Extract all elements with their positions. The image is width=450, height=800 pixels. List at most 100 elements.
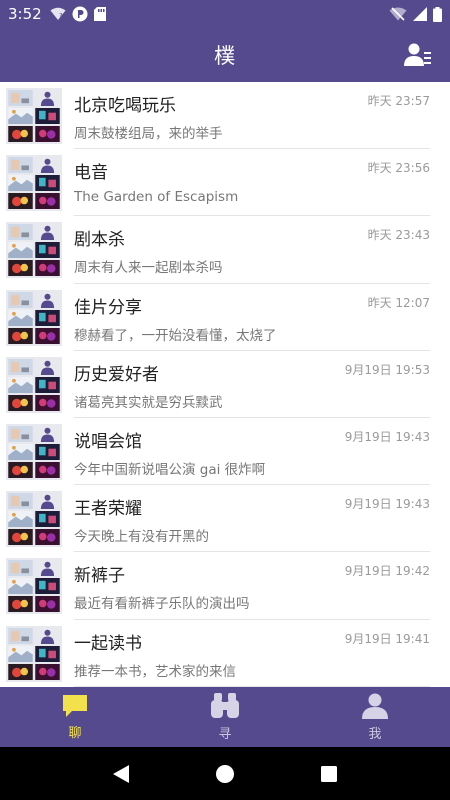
avatar-tile xyxy=(35,529,60,546)
chat-last-message: The Garden of Escapism xyxy=(74,189,239,206)
avatar-tile xyxy=(8,578,33,595)
avatar-tile xyxy=(35,493,60,510)
group-avatar xyxy=(6,625,62,682)
contacts-list-icon[interactable] xyxy=(404,42,432,68)
avatar-tile xyxy=(8,224,33,241)
chat-last-message: 周末鼓楼组局，来的举手 xyxy=(74,126,223,142)
chat-last-message: 今天晚上有没有开黑的 xyxy=(74,529,209,546)
status-bar: 3:52 ? xyxy=(0,0,450,28)
chat-list-item[interactable]: 电音 The Garden of Escapism 昨天 23:56 xyxy=(0,149,450,217)
avatar-tile xyxy=(35,224,60,241)
avatar-tile xyxy=(8,425,33,442)
avatar-tile xyxy=(35,108,60,124)
battery-icon xyxy=(433,6,442,22)
avatar-tile xyxy=(35,175,60,192)
avatar-tile xyxy=(35,376,60,393)
avatar-tile xyxy=(35,126,60,142)
avatar-tile xyxy=(8,242,33,259)
group-avatar xyxy=(6,155,62,212)
avatar-tile xyxy=(35,358,60,375)
avatar-tile xyxy=(35,394,60,411)
chat-list-item[interactable]: 说唱会馆今年中国新说唱公演 gai 很炸啊 9月19日 19:43 xyxy=(0,418,450,486)
avatar-tile xyxy=(8,663,33,680)
avatar-tile xyxy=(35,242,60,259)
app-notification-icon xyxy=(72,6,88,22)
chat-name: 一起读书 xyxy=(74,633,142,654)
sd-card-icon xyxy=(93,7,106,21)
binoculars-icon xyxy=(211,692,239,718)
avatar-tile xyxy=(8,309,33,326)
app-title: 樸 xyxy=(214,44,236,68)
chat-list-item[interactable]: 王者荣耀今天晚上有没有开黑的 9月19日 19:43 xyxy=(0,485,450,553)
chat-timestamp: 9月19日 19:53 xyxy=(344,362,430,377)
chat-timestamp: 9月19日 19:42 xyxy=(344,564,430,579)
chat-list-item[interactable]: 历史爱好者 诸葛亮其实就是穷兵黩武 9月19日 19:53 xyxy=(0,351,450,418)
chat-last-message: 今年中国新说唱公演 gai 很炸啊 xyxy=(74,461,266,478)
chat-list: 北京吃喝玩乐周末鼓楼组局，来的举手 昨天 23:57 电音 The Garden of… xyxy=(0,82,450,687)
status-time: 3:52 xyxy=(8,5,42,23)
tab-me[interactable]: 我 xyxy=(300,687,450,747)
avatar-tile xyxy=(35,511,60,528)
chat-timestamp: 昨天 12:07 xyxy=(367,295,430,310)
chat-name: 王者荣耀 xyxy=(74,499,142,520)
avatar-tile xyxy=(35,157,60,174)
group-avatar xyxy=(6,88,62,144)
avatar-tile xyxy=(8,90,33,106)
group-avatar xyxy=(6,289,62,346)
chat-list-item[interactable]: 佳片分享 穆赫看了，一开始没看懂，太烧了 昨天 12:07 xyxy=(0,284,450,351)
chat-name: 说唱会馆 xyxy=(74,431,142,452)
bottom-nav: 聊 寻 我 xyxy=(0,687,450,747)
chat-last-message: 最近有看新裤子乐队的演出吗 xyxy=(74,596,250,613)
tab-me-label: 我 xyxy=(368,726,382,742)
tab-discover[interactable]: 寻 xyxy=(150,687,300,747)
avatar-tile xyxy=(8,358,33,375)
avatar-tile xyxy=(35,291,60,308)
group-avatar xyxy=(6,222,62,279)
chat-list-item[interactable]: 剧本杀 周末有人来一起剧本杀吗 昨天 23:43 xyxy=(0,216,450,284)
chat-timestamp: 9月19日 19:43 xyxy=(344,497,430,512)
chat-last-message: 周末有人来一起剧本杀吗 xyxy=(74,260,223,277)
chat-name: 新裤子 xyxy=(74,566,125,587)
chat-list-item[interactable]: 一起读书 推荐一本书，艺术家的来信 9月19日 19:41 xyxy=(0,620,450,687)
avatar-tile xyxy=(8,461,33,478)
avatar-tile xyxy=(35,327,60,344)
avatar-tile xyxy=(8,175,33,192)
avatar-tile xyxy=(35,663,60,680)
chat-timestamp: 9月19日 19:41 xyxy=(344,631,430,646)
chat-name: 北京吃喝玩乐 xyxy=(74,96,176,116)
avatar-tile xyxy=(35,578,60,595)
tab-discover-label: 寻 xyxy=(218,726,232,742)
avatar-tile xyxy=(35,461,60,478)
back-icon[interactable] xyxy=(112,764,130,784)
chat-timestamp: 昨天 23:57 xyxy=(367,94,430,108)
chat-name: 历史爱好者 xyxy=(74,364,159,385)
system-nav-bar xyxy=(0,747,450,800)
recents-icon[interactable] xyxy=(320,765,338,783)
home-icon[interactable] xyxy=(215,764,235,784)
chat-timestamp: 9月19日 19:43 xyxy=(344,429,430,444)
chat-list-item[interactable]: 北京吃喝玩乐周末鼓楼组局，来的举手 昨天 23:57 xyxy=(0,82,450,150)
tab-chat[interactable]: 聊 xyxy=(0,687,150,747)
avatar-tile xyxy=(8,327,33,344)
app-bar: 樸 xyxy=(0,28,450,82)
person-icon xyxy=(362,693,388,719)
avatar-tile xyxy=(8,157,33,174)
avatar-tile xyxy=(8,291,33,308)
avatar-tile xyxy=(35,627,60,644)
avatar-tile xyxy=(8,511,33,528)
avatar-tile xyxy=(8,376,33,393)
chat-timestamp: 昨天 23:56 xyxy=(367,161,430,176)
avatar-tile xyxy=(35,425,60,442)
avatar-tile xyxy=(35,645,60,662)
avatar-tile xyxy=(8,126,33,142)
chat-last-message: 穆赫看了，一开始没看懂，太烧了 xyxy=(74,327,277,344)
chat-list-item[interactable]: 新裤子最近有看新裤子乐队的演出吗 9月19日 19:42 xyxy=(0,552,450,620)
avatar-tile xyxy=(8,193,33,210)
avatar-tile xyxy=(35,443,60,460)
chat-name: 电音 xyxy=(74,163,108,184)
avatar-tile xyxy=(8,394,33,411)
chat-timestamp: 昨天 23:43 xyxy=(367,228,430,243)
signal-icon xyxy=(413,7,427,21)
group-avatar xyxy=(6,558,62,615)
avatar-tile xyxy=(8,108,33,124)
